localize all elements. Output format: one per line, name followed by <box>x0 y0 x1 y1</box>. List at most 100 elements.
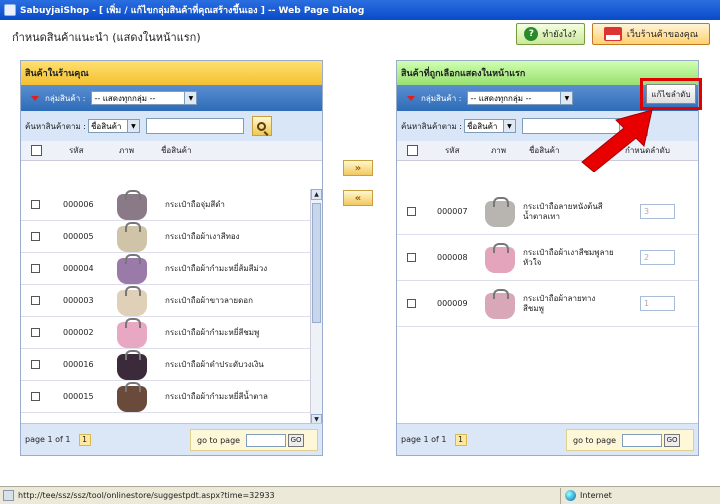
row-checkbox[interactable] <box>31 360 40 369</box>
group-select-value: -- แสดงทุกกลุ่ม -- <box>94 93 156 103</box>
table-row: 000009 กระเป๋าถือผ้าลายทางสีชมพู 1 <box>397 281 698 327</box>
column-name: ชื่อสินค้า <box>161 146 192 155</box>
search-button[interactable] <box>251 116 272 136</box>
product-image <box>117 350 147 380</box>
row-checkbox[interactable] <box>31 328 40 337</box>
search-bar: ค้นหาสินค้าตาม : ชื่อสินค้า ▼ <box>397 111 698 141</box>
product-image <box>117 190 147 220</box>
goto-page-box: go to page GO <box>566 429 694 451</box>
search-field-select[interactable]: ชื่อสินค้า ▼ <box>463 119 516 133</box>
product-name: กระเป๋าถือจุ่มสีดำ <box>165 199 225 209</box>
row-checkbox[interactable] <box>407 207 416 216</box>
pagination-bar: page 1 of 1 1 go to page GO <box>21 423 322 455</box>
row-checkbox[interactable] <box>31 392 40 401</box>
group-select[interactable]: -- แสดงทุกกลุ่ม -- ▼ <box>467 91 574 105</box>
group-label: กลุ่มสินค้า : <box>45 93 86 103</box>
product-code: 000015 <box>63 392 94 401</box>
row-checkbox[interactable] <box>407 253 416 262</box>
product-name: กระเป๋าถือผ้ากำมะหยี่สีชมพู <box>165 327 260 337</box>
product-code: 000005 <box>63 232 94 241</box>
row-checkbox[interactable] <box>31 232 40 241</box>
table-row: 000005 กระเป๋าถือผ้าเงาสีทอง <box>21 221 310 253</box>
scroll-thumb[interactable] <box>312 203 321 323</box>
row-checkbox[interactable] <box>407 299 416 308</box>
pagination-bar: page 1 of 1 1 go to page GO <box>397 423 698 455</box>
search-input[interactable] <box>521 118 620 134</box>
featured-products-panel: สินค้าที่ถูกเลือกแสดงในหน้าแรก กลุ่มสินค… <box>396 60 699 456</box>
page-title: กำหนดสินค้าแนะนำ (แสดงในหน้าแรก) <box>12 31 201 44</box>
group-select[interactable]: -- แสดงทุกกลุ่ม -- ▼ <box>91 91 198 105</box>
search-field-select[interactable]: ชื่อสินค้า ▼ <box>87 119 140 133</box>
table-header: รหัส ภาพ ชื่อสินค้า กำหนดลำดับ <box>397 141 698 161</box>
search-label: ค้นหาสินค้าตาม : <box>25 121 86 131</box>
go-button[interactable]: GO <box>664 433 681 447</box>
product-code: 000003 <box>63 296 94 305</box>
order-input[interactable]: 1 <box>640 296 675 311</box>
column-order: กำหนดลำดับ <box>625 146 670 155</box>
store-products-panel: สินค้าในร้านคุณ กลุ่มสินค้า : -- แสดงทุก… <box>20 60 323 456</box>
shop-website-button[interactable]: เว็บร้านค้าของคุณ <box>592 23 710 45</box>
product-name: กระเป๋าถือผ้าเงาสีทอง <box>165 231 240 241</box>
search-bar: ค้นหาสินค้าตาม : ชื่อสินค้า ▼ <box>21 111 322 141</box>
search-input[interactable] <box>145 118 244 134</box>
scroll-up-icon[interactable]: ▲ <box>311 189 322 200</box>
go-button[interactable]: GO <box>288 433 305 447</box>
goto-page-input[interactable] <box>246 433 287 447</box>
product-name: กระเป๋าถือผ้าลายทางสีชมพู <box>523 293 596 313</box>
row-checkbox[interactable] <box>31 264 40 273</box>
product-image <box>485 289 515 319</box>
product-code: 000002 <box>63 328 94 337</box>
group-label: กลุ่มสินค้า : <box>421 93 462 103</box>
page-info: page 1 of 1 <box>25 435 71 444</box>
move-left-button[interactable]: « <box>343 190 373 206</box>
search-icon <box>633 121 643 131</box>
goto-label: go to page <box>197 435 241 445</box>
chevron-down-icon: ▼ <box>502 120 515 132</box>
chevron-down-icon: ▼ <box>184 92 197 104</box>
table-header: รหัส ภาพ ชื่อสินค้า <box>21 141 322 161</box>
row-checkbox[interactable] <box>31 200 40 209</box>
product-image <box>117 382 147 412</box>
search-button[interactable] <box>627 116 648 136</box>
product-image <box>485 197 515 227</box>
column-code: รหัส <box>69 146 84 155</box>
product-code: 000006 <box>63 200 94 209</box>
products-scrollbar[interactable]: ▲ ▼ <box>310 189 322 425</box>
page-info: page 1 of 1 <box>401 435 447 444</box>
order-input[interactable]: 2 <box>640 250 675 265</box>
column-name: ชื่อสินค้า <box>529 146 560 155</box>
help-button-label: ทำยังไง? <box>542 30 577 40</box>
status-bar: http://tee/ssz/ssz/tool/onlinestore/sugg… <box>0 486 720 504</box>
triangle-down-icon <box>407 95 415 101</box>
product-name: กระเป๋าถือผ้าเงาสีชมพูลายหัวใจ <box>523 247 614 267</box>
search-field-value: ชื่อสินค้า <box>90 121 122 131</box>
order-input[interactable]: 3 <box>640 204 675 219</box>
table-row: 000002 กระเป๋าถือผ้ากำมะหยี่สีชมพู <box>21 317 310 349</box>
search-icon <box>257 121 267 131</box>
table-row: 000004 กระเป๋าถือผ้ากำมะหยี่ส้มสีม่วง <box>21 253 310 285</box>
page-link[interactable]: 1 <box>78 433 91 446</box>
product-code: 000007 <box>437 207 468 216</box>
column-code: รหัส <box>445 146 460 155</box>
move-right-button[interactable]: » <box>343 160 373 176</box>
product-code: 000008 <box>437 253 468 262</box>
product-image <box>485 243 515 273</box>
goto-page-input[interactable] <box>622 433 663 447</box>
select-all-checkbox[interactable] <box>407 145 418 156</box>
group-filter-bar: กลุ่มสินค้า : -- แสดงทุกกลุ่ม -- ▼ <box>21 85 322 111</box>
group-select-value: -- แสดงทุกกลุ่ม -- <box>470 93 532 103</box>
product-name: กระเป๋าถือลายหนังต้นสีน้ำตาลเทา <box>523 201 603 221</box>
product-code: 000004 <box>63 264 94 273</box>
featured-list: 000007 กระเป๋าถือลายหนังต้นสีน้ำตาลเทา 3 00… <box>397 189 698 329</box>
help-button[interactable]: ? ทำยังไง? <box>516 23 585 45</box>
help-icon: ? <box>524 27 539 41</box>
status-url: http://tee/ssz/ssz/tool/onlinestore/sugg… <box>18 491 275 500</box>
row-checkbox[interactable] <box>31 296 40 305</box>
product-image <box>117 318 147 348</box>
goto-page-box: go to page GO <box>190 429 318 451</box>
table-row: 000016 กระเป๋าถือผ้าดำประดับวงเงิน <box>21 349 310 381</box>
product-name: กระเป๋าถือผ้ากำมะหยี่สีน้ำตาล <box>165 391 268 401</box>
select-all-checkbox[interactable] <box>31 145 42 156</box>
column-image: ภาพ <box>491 146 507 155</box>
page-link[interactable]: 1 <box>454 433 467 446</box>
